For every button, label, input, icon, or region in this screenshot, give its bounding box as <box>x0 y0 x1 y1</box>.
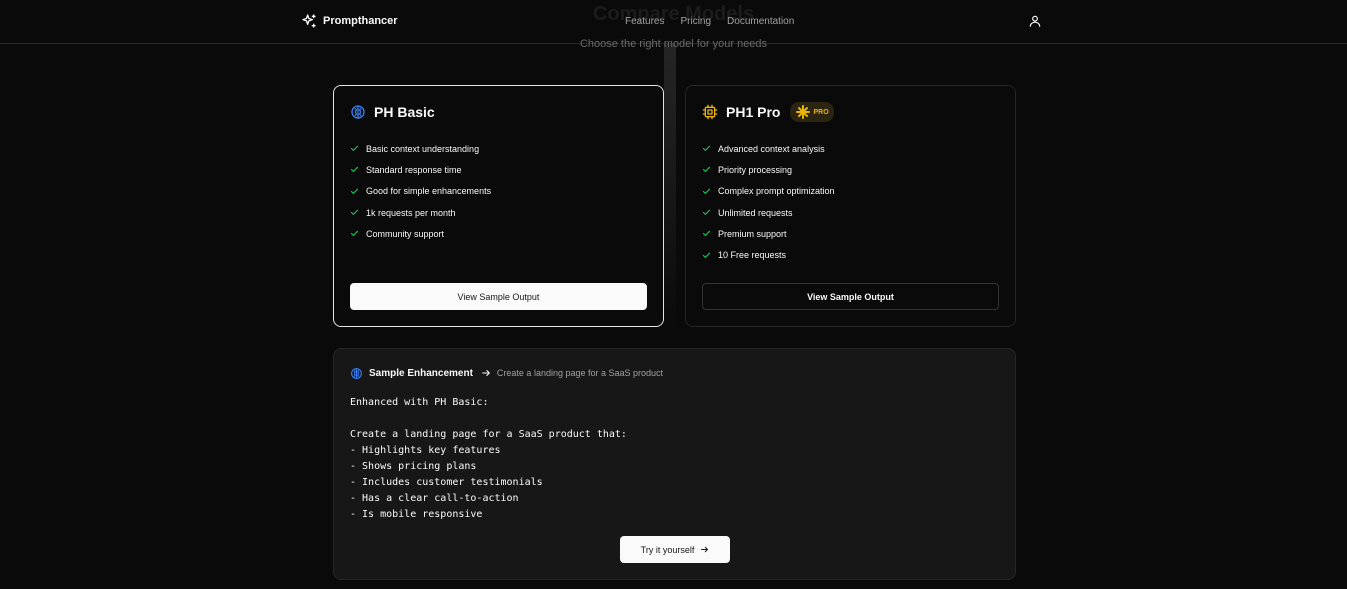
pro-badge: PRO <box>790 102 834 122</box>
model-card-pro[interactable]: PH1 Pro PRO Advanced context analysis Pr… <box>685 85 1016 327</box>
brain-icon <box>351 367 362 379</box>
list-item: Good for simple enhancements <box>350 181 647 202</box>
pro-badge-label: PRO <box>813 108 829 116</box>
nav-features[interactable]: Features <box>625 16 664 27</box>
check-icon <box>350 209 359 215</box>
sample-output: Enhanced with PH Basic: Create a landing… <box>350 397 627 520</box>
feature-text: Unlimited requests <box>718 207 793 218</box>
check-icon <box>702 252 711 258</box>
check-icon <box>702 167 711 173</box>
list-item: Complex prompt optimization <box>702 181 999 202</box>
brand-name: Prompthancer <box>323 15 398 27</box>
feature-text: Advanced context analysis <box>718 143 825 154</box>
brand-logo[interactable]: Prompthancer <box>301 12 398 30</box>
check-icon <box>350 145 359 152</box>
list-item: Advanced context analysis <box>702 138 999 159</box>
list-item: Community support <box>350 223 647 244</box>
list-item: 10 Free requests <box>702 244 999 265</box>
list-item: Unlimited requests <box>702 202 999 223</box>
check-icon <box>702 209 711 215</box>
nav-pricing[interactable]: Pricing <box>680 16 711 27</box>
list-item: Premium support <box>702 223 999 244</box>
feature-text: Good for simple enhancements <box>366 186 492 197</box>
check-icon <box>702 145 711 152</box>
cpu-icon <box>702 104 718 120</box>
try-button-label: Try it yourself <box>640 544 695 555</box>
section-subtitle: Choose the right model for your needs <box>579 38 768 50</box>
feature-text: Premium support <box>718 228 787 239</box>
sparkles-icon <box>302 14 316 28</box>
feature-text: Standard response time <box>366 164 462 175</box>
sample-label: Sample Enhancement <box>369 367 473 379</box>
check-icon <box>350 231 359 237</box>
model-card-basic[interactable]: PH Basic Basic context understanding Sta… <box>333 85 664 327</box>
arrow-right-icon <box>701 546 709 553</box>
try-it-yourself-button[interactable]: Try it yourself <box>620 536 730 563</box>
feature-text: 1k requests per month <box>366 207 456 218</box>
check-icon <box>350 188 359 194</box>
sparkle-icon <box>796 105 811 119</box>
view-sample-button-basic[interactable]: View Sample Output <box>350 283 647 310</box>
brain-icon <box>351 105 365 119</box>
feature-text: Priority processing <box>718 164 793 175</box>
feature-list-pro: Advanced context analysis Priority proce… <box>702 138 999 266</box>
check-icon <box>350 167 359 173</box>
feature-list-basic: Basic context understanding Standard res… <box>350 138 647 244</box>
sample-enhancement-panel: Sample Enhancement Create a landing page… <box>333 348 1016 580</box>
check-icon <box>702 231 711 237</box>
user-icon <box>1029 15 1041 27</box>
list-item: Basic context understanding <box>350 138 647 159</box>
view-sample-button-pro[interactable]: View Sample Output <box>702 283 999 310</box>
feature-text: Complex prompt optimization <box>718 186 835 197</box>
card-title-basic: PH Basic <box>374 104 435 120</box>
feature-text: 10 Free requests <box>718 250 787 261</box>
user-account-button[interactable] <box>1028 14 1042 28</box>
check-icon <box>702 188 711 194</box>
feature-text: Basic context understanding <box>366 143 480 154</box>
sample-prompt: Create a landing page for a SaaS product <box>496 368 664 378</box>
background-divider <box>664 44 676 334</box>
list-item: Standard response time <box>350 159 647 180</box>
list-item: Priority processing <box>702 159 999 180</box>
card-title-pro: PH1 Pro <box>726 104 781 120</box>
list-item: 1k requests per month <box>350 202 647 223</box>
arrow-right-icon <box>482 369 490 377</box>
feature-text: Community support <box>366 228 445 239</box>
nav-documentation[interactable]: Documentation <box>727 16 794 27</box>
nav-links: Features Pricing Documentation <box>625 16 794 27</box>
